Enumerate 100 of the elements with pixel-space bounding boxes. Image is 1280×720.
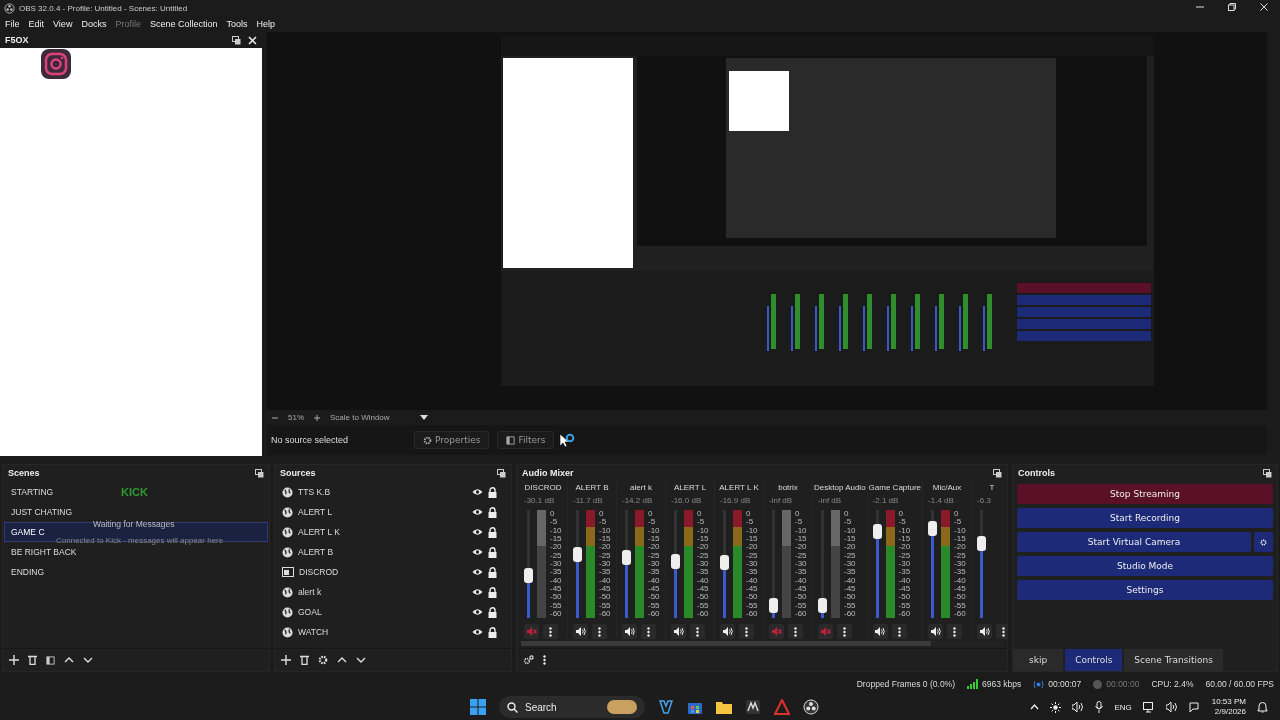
eye-icon[interactable] bbox=[472, 588, 483, 596]
control-button[interactable]: Start Virtual Camera bbox=[1017, 532, 1251, 552]
trash-icon[interactable] bbox=[28, 655, 37, 665]
app-icon[interactable] bbox=[745, 699, 761, 715]
chevron-up-icon[interactable] bbox=[1030, 704, 1040, 710]
eye-icon[interactable] bbox=[472, 548, 483, 556]
chat-icon[interactable] bbox=[1188, 701, 1201, 713]
eye-icon[interactable] bbox=[472, 528, 483, 536]
speaker-icon[interactable] bbox=[720, 624, 735, 639]
source-item[interactable]: ALERT B bbox=[298, 547, 467, 557]
volume-handle[interactable] bbox=[977, 536, 987, 552]
more-options-icon[interactable] bbox=[996, 624, 1007, 639]
filter-icon[interactable] bbox=[46, 655, 55, 665]
lock-icon[interactable] bbox=[488, 526, 497, 538]
dropdown-caret-icon[interactable] bbox=[419, 415, 428, 420]
clock-time[interactable]: 10:53 PM bbox=[1211, 697, 1246, 707]
filters-button[interactable]: Filters bbox=[497, 431, 555, 449]
close-icon[interactable] bbox=[248, 35, 257, 45]
eye-icon[interactable] bbox=[472, 488, 483, 496]
undock-icon[interactable] bbox=[1263, 468, 1272, 478]
scene-item[interactable]: JUST CHATING bbox=[11, 506, 73, 518]
scale-mode-dropdown[interactable]: Scale to Window bbox=[330, 413, 390, 422]
taskbar-search-field[interactable]: Search bbox=[499, 696, 645, 718]
source-item[interactable]: DISCROD bbox=[299, 567, 467, 577]
control-button[interactable]: Start Recording bbox=[1017, 508, 1273, 528]
volume-slider[interactable] bbox=[980, 510, 984, 618]
settings-button[interactable] bbox=[1254, 532, 1273, 552]
menu-item[interactable]: Tools bbox=[226, 19, 248, 29]
scene-item[interactable]: ENDING bbox=[11, 566, 45, 578]
source-item[interactable]: alert k bbox=[298, 587, 467, 597]
lock-icon[interactable] bbox=[488, 486, 497, 498]
more-options-icon[interactable] bbox=[788, 624, 803, 639]
scene-item[interactable]: BE RIGHT BACK bbox=[11, 546, 77, 558]
volume-handle[interactable] bbox=[622, 550, 631, 565]
lock-icon[interactable] bbox=[488, 606, 497, 618]
gears-icon[interactable] bbox=[523, 655, 534, 665]
control-button[interactable]: Stop Streaming bbox=[1017, 484, 1273, 504]
eye-icon[interactable] bbox=[472, 508, 483, 516]
lock-icon[interactable] bbox=[488, 626, 497, 638]
dock-tab[interactable]: Controls bbox=[1065, 649, 1123, 671]
volume-handle[interactable] bbox=[769, 598, 778, 614]
eye-icon[interactable] bbox=[472, 628, 483, 636]
volume-handle[interactable] bbox=[720, 554, 729, 570]
menu-item[interactable]: Help bbox=[256, 19, 275, 29]
speaker-icon[interactable] bbox=[573, 624, 588, 639]
more-options-icon[interactable] bbox=[837, 624, 852, 639]
volume-handle[interactable] bbox=[872, 523, 882, 539]
dock-tab[interactable]: Scene Transitions bbox=[1124, 649, 1223, 671]
undock-icon[interactable] bbox=[255, 468, 264, 478]
clock-date[interactable]: 2/9/2026 bbox=[1214, 707, 1246, 717]
volume-handle[interactable] bbox=[928, 521, 938, 537]
undock-icon[interactable] bbox=[993, 468, 1002, 478]
speaker-icon[interactable] bbox=[671, 624, 686, 639]
scene-item[interactable]: STARTING bbox=[11, 486, 54, 498]
source-item[interactable]: ALERT L bbox=[298, 507, 467, 517]
speaker-icon[interactable] bbox=[977, 624, 993, 639]
lock-icon[interactable] bbox=[488, 586, 497, 598]
menu-item[interactable]: View bbox=[53, 19, 73, 29]
menu-item[interactable]: Scene Collection bbox=[149, 19, 218, 29]
more-options-icon[interactable] bbox=[891, 624, 907, 639]
control-button[interactable]: Studio Mode bbox=[1017, 556, 1273, 576]
more-options-icon[interactable] bbox=[543, 655, 546, 665]
speaker-icon[interactable] bbox=[1165, 702, 1178, 712]
more-options-icon[interactable] bbox=[739, 624, 754, 639]
more-options-icon[interactable] bbox=[641, 624, 656, 639]
volume-handle[interactable] bbox=[524, 567, 533, 583]
volume-handle[interactable] bbox=[573, 547, 582, 563]
start-button-icon[interactable] bbox=[470, 699, 486, 715]
source-item[interactable]: WATCH bbox=[298, 627, 467, 637]
microphone-icon[interactable] bbox=[1095, 701, 1104, 713]
dock-tab[interactable]: skip bbox=[1013, 649, 1064, 671]
add-icon[interactable] bbox=[281, 655, 291, 665]
properties-button[interactable]: Properties bbox=[414, 431, 490, 449]
trash-icon[interactable] bbox=[300, 655, 309, 665]
volume-handle[interactable] bbox=[818, 598, 827, 614]
speaker-icon[interactable] bbox=[622, 624, 637, 639]
app-icon[interactable] bbox=[658, 699, 674, 715]
speaker-icon[interactable] bbox=[928, 624, 944, 639]
zoom-out-icon[interactable] bbox=[272, 414, 278, 421]
obs-app-icon[interactable] bbox=[803, 699, 819, 715]
more-options-icon[interactable] bbox=[947, 624, 963, 639]
volume-slider[interactable] bbox=[723, 510, 726, 618]
language-indicator[interactable]: ENG bbox=[1114, 702, 1132, 712]
add-icon[interactable] bbox=[9, 655, 19, 665]
volume-handle[interactable] bbox=[671, 553, 680, 569]
undock-icon[interactable] bbox=[497, 468, 506, 478]
speaker-icon[interactable] bbox=[1072, 702, 1085, 712]
brightness-icon[interactable] bbox=[1050, 701, 1062, 713]
volume-slider[interactable] bbox=[674, 510, 677, 618]
menu-item[interactable]: Docks bbox=[81, 19, 107, 29]
control-button[interactable]: Settings bbox=[1017, 580, 1273, 600]
horizontal-scrollbar[interactable] bbox=[521, 641, 931, 646]
speaker-icon[interactable] bbox=[872, 624, 888, 639]
source-item[interactable]: TTS K.B bbox=[298, 487, 467, 497]
more-options-icon[interactable] bbox=[543, 624, 558, 639]
more-options-icon[interactable] bbox=[690, 624, 705, 639]
volume-slider[interactable] bbox=[625, 510, 628, 618]
menu-item[interactable]: Edit bbox=[28, 19, 45, 29]
volume-slider[interactable] bbox=[527, 510, 530, 618]
bell-icon[interactable] bbox=[1257, 701, 1268, 713]
